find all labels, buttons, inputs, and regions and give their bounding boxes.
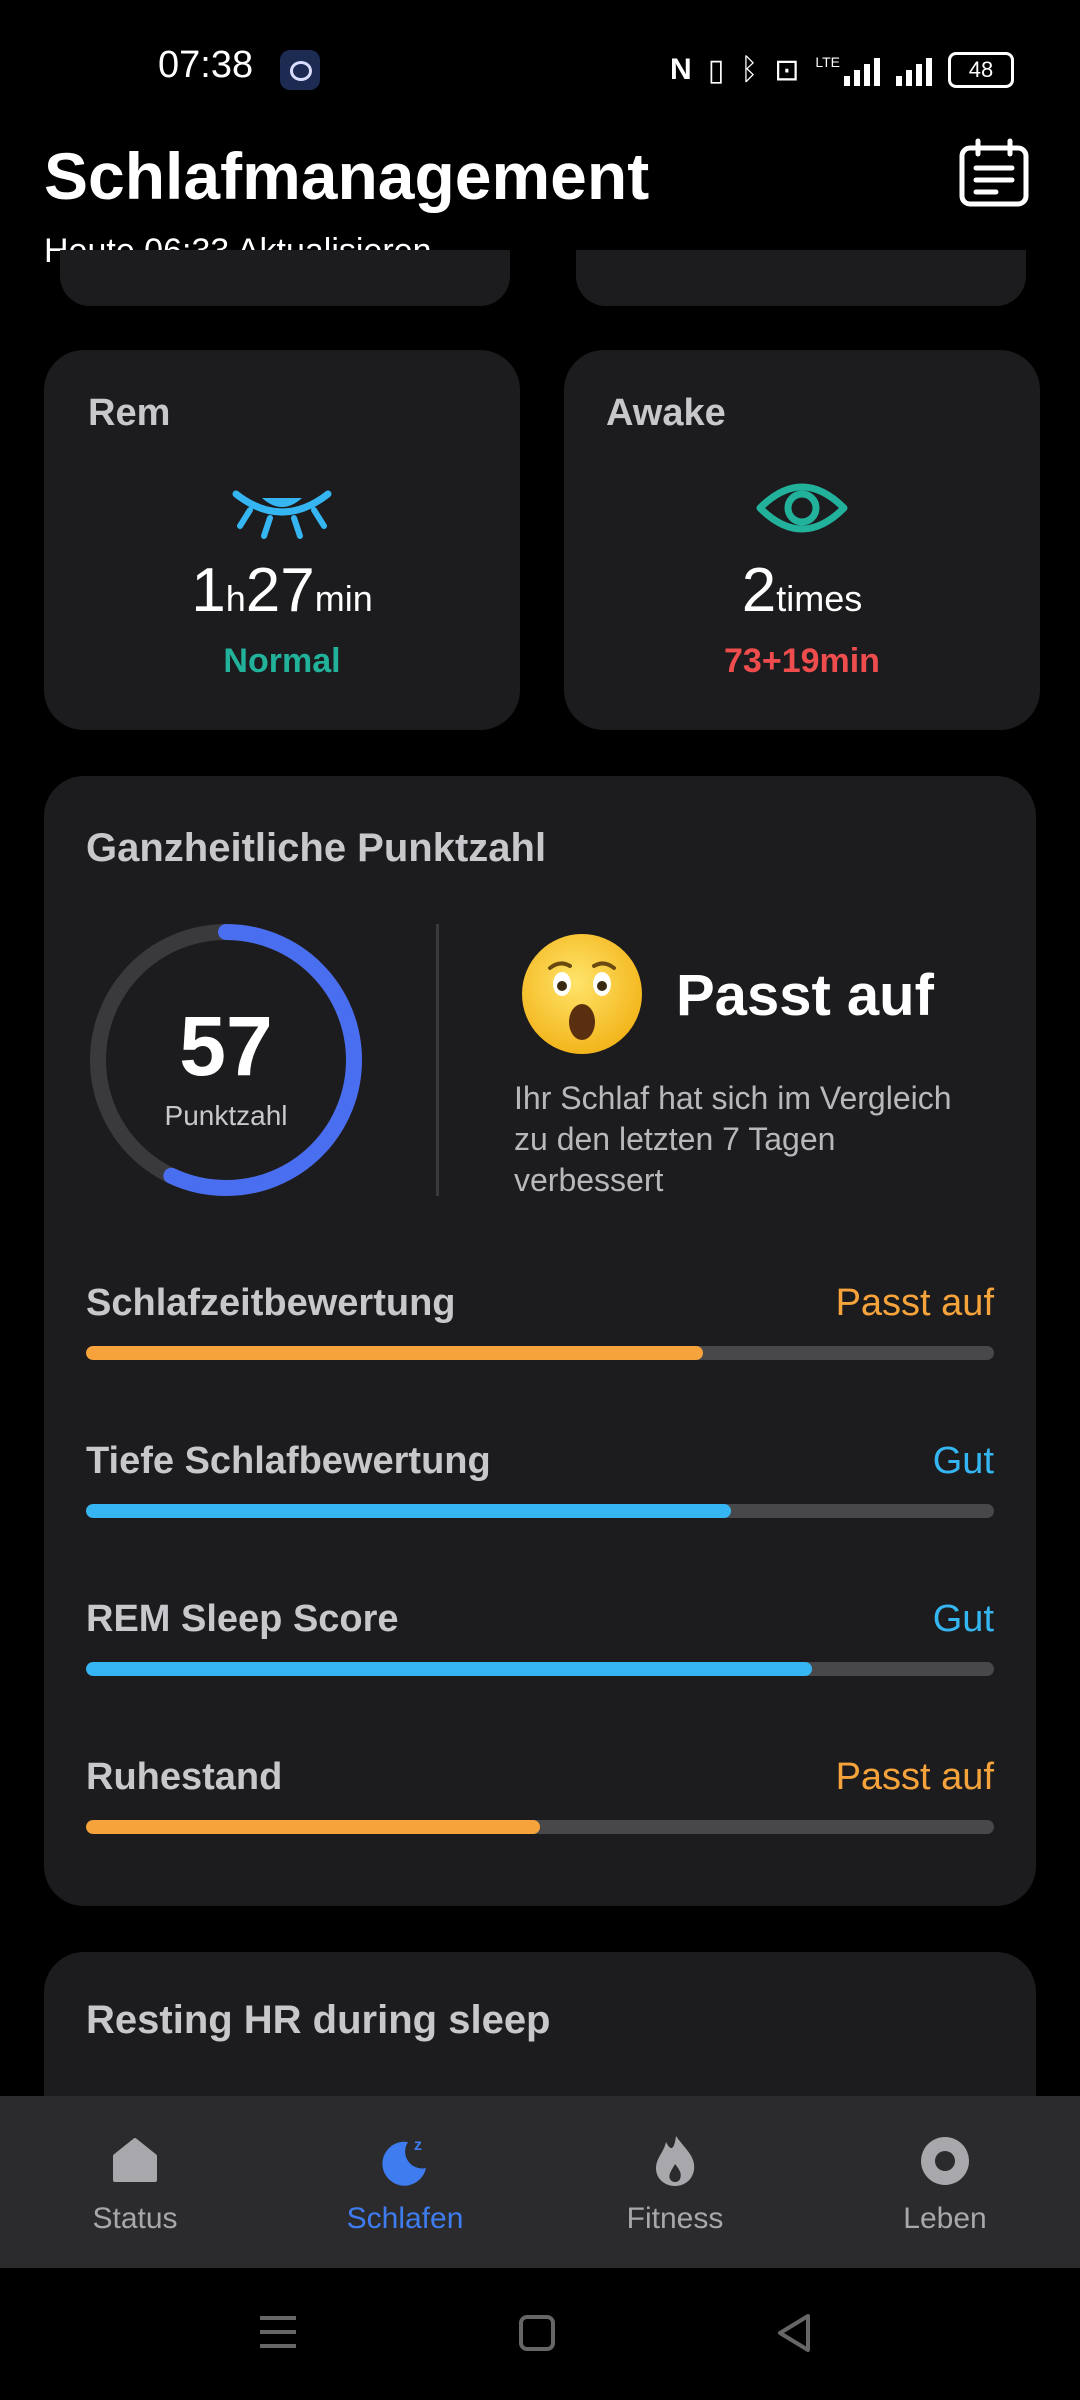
nav-item-schlafen[interactable]: z Schlafen [270, 2096, 540, 2268]
nav-label: Leben [903, 2202, 987, 2235]
resting-hr-title: Resting HR during sleep [86, 1998, 551, 2042]
awake-count: 2times [741, 556, 863, 625]
rem-duration: 1h27min [191, 556, 373, 625]
page-title: Schlafmanagement [44, 139, 650, 213]
score-description: Ihr Schlaf hat sich im Vergleich zu den … [514, 1080, 952, 1198]
rem-label: Rem [88, 392, 171, 434]
metric-bar [86, 1662, 994, 1676]
nav-label: Fitness [626, 2202, 724, 2235]
score-divider [436, 924, 439, 1196]
svg-text:z: z [414, 2137, 422, 2154]
bluetooth-icon: ᛒ [740, 53, 759, 86]
system-nav-bar [0, 2268, 1080, 2400]
metric-bar-fill [86, 1346, 704, 1360]
moon-icon: z [378, 2134, 432, 2193]
awake-detail: 73+19min [724, 642, 880, 680]
metric-name: Ruhestand [86, 1756, 283, 1798]
rem-card[interactable]: Rem 1h27min Normal [44, 350, 520, 730]
notification-app-icon [280, 50, 320, 90]
metric-bar-fill [86, 1820, 540, 1834]
lte-signal-icon: LTE [815, 54, 880, 86]
holistic-score-card: Ganzheitliche Punktzahl 57 Punktzahl Pas… [44, 776, 1036, 1906]
menu-icon[interactable] [258, 2312, 298, 2357]
nfc-icon: N [670, 53, 692, 86]
score-value: 57 [179, 999, 273, 1093]
rem-status: Normal [223, 642, 341, 680]
home-icon [110, 2134, 160, 2189]
metric-value: Gut [932, 1440, 994, 1482]
metric-name: REM Sleep Score [86, 1598, 399, 1640]
metric-name: Schlafzeitbewertung [86, 1282, 456, 1324]
flame-icon [650, 2134, 700, 2193]
surprised-face-emoji [520, 932, 644, 1061]
home-button-icon[interactable] [518, 2314, 556, 2357]
scrolled-card-left [60, 250, 510, 306]
eye-icon [756, 474, 848, 547]
back-icon[interactable] [774, 2312, 814, 2359]
calendar-icon[interactable] [958, 138, 1030, 208]
awake-card[interactable]: Awake 2times 73+19min [564, 350, 1040, 730]
closed-eye-icon [228, 486, 336, 547]
metric-bar [86, 1820, 994, 1834]
awake-label: Awake [606, 392, 726, 434]
metric-value: Passt auf [835, 1282, 994, 1324]
status-bar: 07:38 N ▯ ᛒ ⊡ LTE 48 [0, 0, 1080, 130]
nav-label: Status [92, 2202, 178, 2235]
holistic-title: Ganzheitliche Punktzahl [86, 826, 547, 870]
score-ring: 57 Punktzahl [86, 920, 366, 1200]
nav-item-status[interactable]: Status [0, 2096, 270, 2268]
metric-bar-fill [86, 1504, 731, 1518]
metric-bar-fill [86, 1662, 813, 1676]
signal-icon [896, 54, 932, 86]
battery-icon: 48 [948, 52, 1014, 88]
bottom-nav: Status z Schlafen Fitness Leben [0, 2096, 1080, 2268]
vibrate-icon: ▯ [707, 53, 725, 87]
metric-bar [86, 1346, 994, 1360]
metric-bar [86, 1504, 994, 1518]
metric-value: Gut [932, 1598, 994, 1640]
nav-label: Schlafen [346, 2202, 464, 2235]
verdict-text: Passt auf [676, 963, 934, 1028]
briefcase-icon: ⊡ [774, 53, 800, 87]
metric-value: Passt auf [835, 1756, 994, 1798]
metric-name: Tiefe Schlafbewertung [86, 1440, 491, 1482]
nav-item-fitness[interactable]: Fitness [540, 2096, 810, 2268]
scrolled-card-right [576, 250, 1026, 306]
status-icons: N ▯ ᛒ ⊡ LTE 48 [670, 48, 1014, 92]
status-time: 07:38 [158, 44, 254, 86]
nav-item-leben[interactable]: Leben [810, 2096, 1080, 2268]
score-label: Punktzahl [164, 1100, 288, 1131]
circle-dot-icon [918, 2134, 972, 2193]
